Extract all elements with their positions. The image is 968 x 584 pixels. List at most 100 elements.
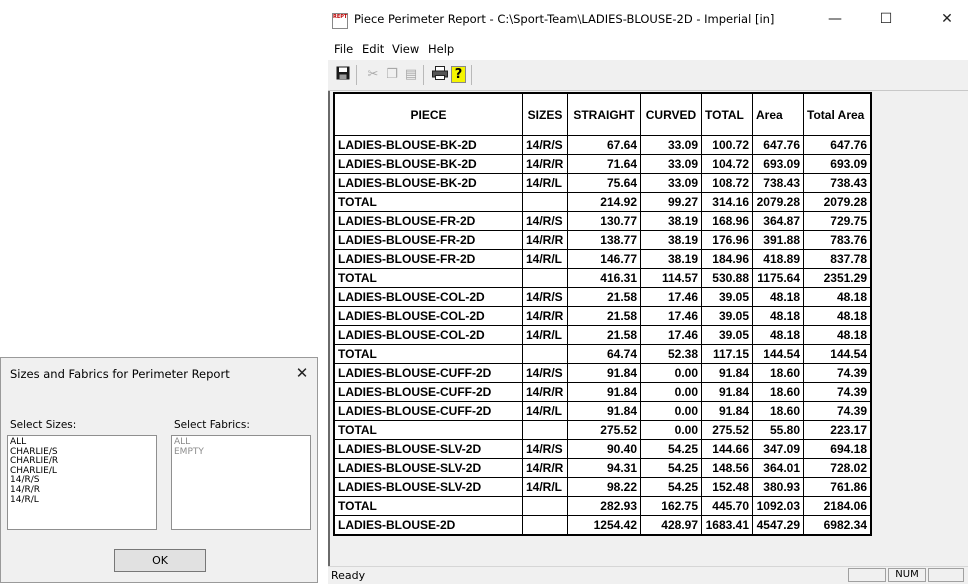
piece-cell: LADIES-BLOUSE-FR-2D (333, 211, 523, 231)
straight-cell: 214.92 (567, 192, 641, 212)
straight-cell: 275.52 (567, 420, 641, 440)
ok-button[interactable]: OK (114, 549, 206, 572)
sizes-cell (522, 344, 568, 364)
piece-cell: TOTAL (333, 344, 523, 364)
piece-cell: TOTAL (333, 268, 523, 288)
total-cell: 184.96 (701, 249, 753, 269)
sizes-cell: 14/R/S (522, 135, 568, 155)
piece-cell: LADIES-BLOUSE-CUFF-2D (333, 382, 523, 402)
total-area-cell: 728.02 (803, 458, 872, 478)
paste-icon[interactable]: ▤ (402, 66, 420, 84)
total-cell: 148.56 (701, 458, 753, 478)
fabric-option[interactable]: EMPTY (174, 447, 310, 458)
status-text: Ready (331, 569, 366, 582)
print-icon[interactable] (431, 66, 449, 84)
table-row: LADIES-BLOUSE-FR-2D 14/R/R 138.77 38.19 176.… (333, 230, 872, 250)
piece-cell: LADIES-BLOUSE-COL-2D (333, 306, 523, 326)
total-cell: 275.52 (701, 420, 753, 440)
total-area-cell: 74.39 (803, 363, 872, 383)
piece-cell: LADIES-BLOUSE-BK-2D (333, 135, 523, 155)
piece-cell: LADIES-BLOUSE-CUFF-2D (333, 363, 523, 383)
copy-icon[interactable]: ❐ (383, 66, 401, 84)
toolbar-separator (356, 65, 357, 85)
total-cell: 91.84 (701, 363, 753, 383)
sizes-listbox[interactable]: ALL CHARLIE/S CHARLIE/R CHARLIE/L 14/R/S 14/R… (7, 435, 157, 530)
total-cell: 176.96 (701, 230, 753, 250)
sizes-cell: 14/R/R (522, 230, 568, 250)
piece-cell: LADIES-BLOUSE-FR-2D (333, 230, 523, 250)
area-cell: 1092.03 (752, 496, 804, 516)
status-pane (848, 568, 886, 582)
total-area-cell: 6982.34 (803, 515, 872, 536)
total-cell: 100.72 (701, 135, 753, 155)
curved-cell: 17.46 (640, 325, 702, 345)
toolbar-separator (471, 65, 472, 85)
window-title: Piece Perimeter Report - C:\Sport-Team\L… (354, 12, 775, 26)
curved-cell: 33.09 (640, 154, 702, 174)
curved-cell: 162.75 (640, 496, 702, 516)
total-row: TOTAL 275.52 0.00 275.52 55.80 223.17 (333, 420, 872, 440)
straight-cell: 94.31 (567, 458, 641, 478)
help-icon[interactable]: ? (451, 66, 466, 83)
total-area-cell: 2184.06 (803, 496, 872, 516)
curved-cell: 99.27 (640, 192, 702, 212)
curved-cell: 38.19 (640, 249, 702, 269)
total-cell: 168.96 (701, 211, 753, 231)
sizes-fabrics-dialog: Sizes and Fabrics for Perimeter Report ✕… (0, 357, 318, 583)
table-row: LADIES-BLOUSE-COL-2D 14/R/S 21.58 17.46 39.0… (333, 287, 872, 307)
sizes-cell: 14/R/R (522, 458, 568, 478)
total-cell: 104.72 (701, 154, 753, 174)
area-cell: 364.01 (752, 458, 804, 478)
report-area: PIECE SIZES STRAIGHT CURVED TOTAL Area T… (328, 91, 968, 566)
straight-cell: 146.77 (567, 249, 641, 269)
area-cell: 693.09 (752, 154, 804, 174)
piece-cell: LADIES-BLOUSE-COL-2D (333, 325, 523, 345)
total-area-cell: 2351.29 (803, 268, 872, 288)
select-sizes-label: Select Sizes: (10, 419, 77, 431)
area-cell: 418.89 (752, 249, 804, 269)
total-cell: 314.16 (701, 192, 753, 212)
sizes-cell: 14/R/L (522, 325, 568, 345)
total-area-cell: 74.39 (803, 401, 872, 421)
minimize-icon[interactable]: — (820, 8, 850, 30)
close-icon[interactable]: ✕ (932, 8, 962, 30)
column-header-piece: PIECE (333, 92, 523, 136)
piece-cell: LADIES-BLOUSE-BK-2D (333, 154, 523, 174)
area-cell: 347.09 (752, 439, 804, 459)
menu-edit[interactable]: Edit (362, 42, 384, 56)
curved-cell: 0.00 (640, 363, 702, 383)
piece-cell: LADIES-BLOUSE-CUFF-2D (333, 401, 523, 421)
straight-cell: 21.58 (567, 287, 641, 307)
table-header-row: PIECE SIZES STRAIGHT CURVED TOTAL Area T… (333, 92, 872, 136)
total-cell: 530.88 (701, 268, 753, 288)
area-cell: 18.60 (752, 382, 804, 402)
app-icon: REPT (332, 13, 348, 29)
column-header-total-area: Total Area (803, 92, 872, 136)
table-row: LADIES-BLOUSE-SLV-2D 14/R/L 98.22 54.25 152.… (333, 477, 872, 497)
sizes-cell: 14/R/R (522, 382, 568, 402)
status-bar: Ready NUM (328, 566, 968, 584)
curved-cell: 54.25 (640, 477, 702, 497)
sizes-cell (522, 496, 568, 516)
menu-view[interactable]: View (392, 42, 419, 56)
total-cell: 39.05 (701, 306, 753, 326)
area-cell: 647.76 (752, 135, 804, 155)
piece-cell: LADIES-BLOUSE-BK-2D (333, 173, 523, 193)
sizes-cell: 14/R/L (522, 249, 568, 269)
area-cell: 391.88 (752, 230, 804, 250)
total-cell: 39.05 (701, 287, 753, 307)
total-cell: 91.84 (701, 382, 753, 402)
menu-help[interactable]: Help (428, 42, 454, 56)
size-option[interactable]: 14/R/L (10, 495, 156, 506)
cut-icon[interactable]: ✂ (364, 66, 382, 84)
maximize-icon[interactable]: ☐ (871, 8, 901, 30)
fabrics-listbox[interactable]: ALL EMPTY (171, 435, 311, 530)
save-icon[interactable] (334, 66, 352, 84)
menu-file[interactable]: File (334, 42, 353, 56)
area-cell: 55.80 (752, 420, 804, 440)
area-cell: 48.18 (752, 306, 804, 326)
total-row: TOTAL 214.92 99.27 314.16 2079.28 2079.28 (333, 192, 872, 212)
straight-cell: 1254.42 (567, 515, 641, 536)
curved-cell: 17.46 (640, 306, 702, 326)
close-icon[interactable]: ✕ (290, 361, 314, 385)
